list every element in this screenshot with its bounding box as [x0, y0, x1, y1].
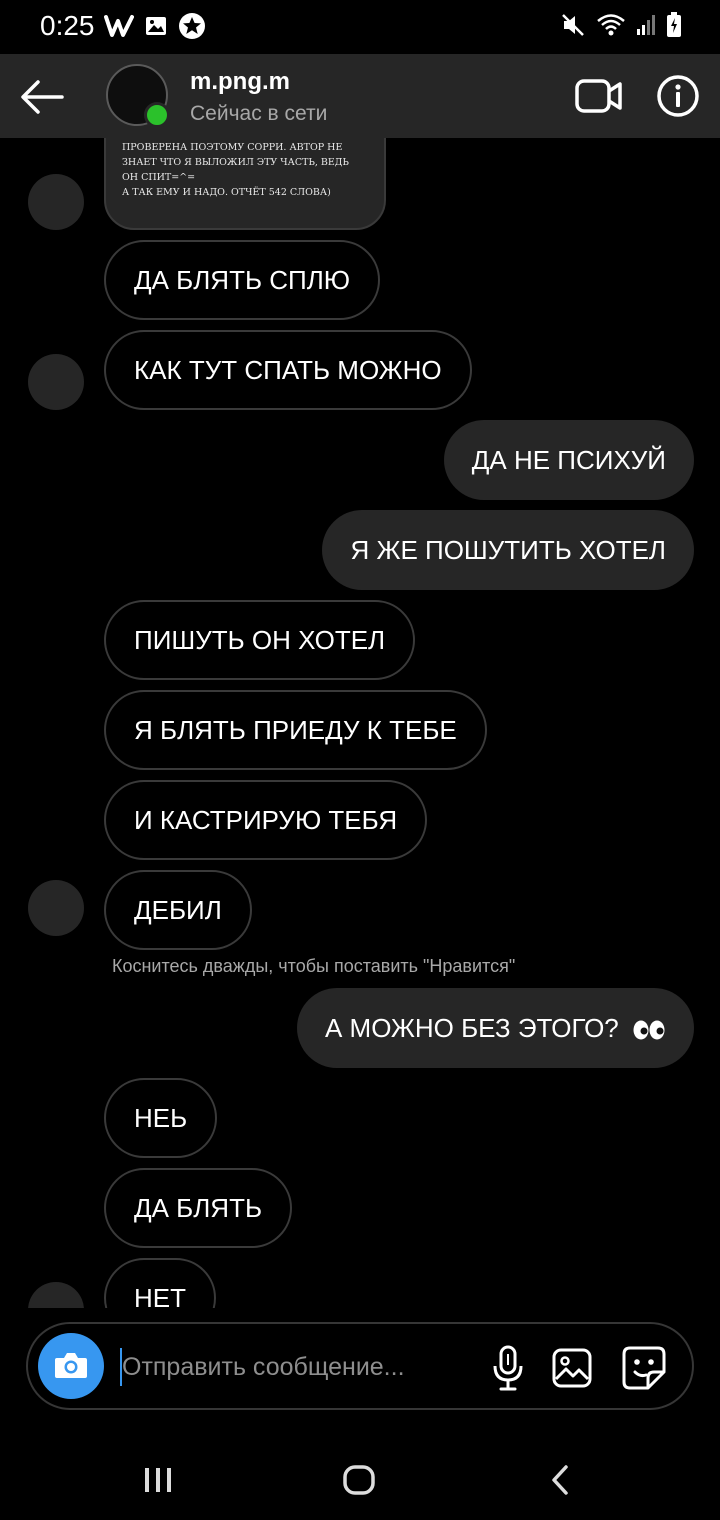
gallery-button[interactable] — [550, 1346, 594, 1390]
sender-avatar[interactable] — [28, 880, 84, 936]
sticker-icon — [622, 1346, 666, 1390]
message-bubble-incoming[interactable]: КАК ТУТ СПАТЬ МОЖНО — [104, 330, 472, 410]
eyes-emoji-icon — [633, 1020, 665, 1040]
wifi-icon — [597, 14, 625, 36]
home-icon[interactable] — [342, 1464, 376, 1496]
camera-button[interactable] — [38, 1333, 104, 1399]
back-button[interactable] — [18, 72, 68, 122]
mute-icon — [562, 14, 584, 36]
gallery-icon — [552, 1348, 592, 1388]
status-time: 0:25 — [40, 10, 95, 41]
message-bubble-incoming[interactable]: И КАСТРИРУЮ ТЕБЯ — [104, 780, 428, 860]
recent-apps-icon[interactable] — [142, 1466, 174, 1494]
star-badge-icon — [179, 13, 205, 39]
online-indicator — [144, 102, 170, 128]
status-bar: 0:25 — [0, 0, 720, 54]
camera-icon — [55, 1353, 87, 1378]
double-tap-like-hint: Коснитесь дважды, чтобы поставить "Нрави… — [112, 956, 516, 976]
voice-message-button[interactable] — [486, 1344, 530, 1392]
signal-icon — [637, 15, 655, 35]
message-bubble-incoming[interactable]: ДА БЛЯТЬ СПЛЮ — [104, 240, 381, 320]
partial-line: он спит=^= — [122, 172, 196, 183]
contact-avatar[interactable] — [106, 64, 170, 128]
battery-charging-icon — [667, 12, 681, 37]
status-right-icons — [560, 12, 682, 38]
info-icon — [657, 75, 699, 117]
message-bubble-outgoing[interactable]: А МОЖНО БЕЗ ЭТОГО? — [296, 988, 694, 1068]
sender-avatar[interactable] — [28, 174, 84, 230]
partial-message-text: проверена поэтому сорри. автор не знает … — [122, 140, 372, 200]
video-call-button[interactable] — [574, 76, 624, 116]
image-icon — [146, 17, 166, 35]
partial-line: знает что я выложил эту часть, ведь — [122, 157, 349, 168]
message-bubble-incoming[interactable]: ДА БЛЯТЬ — [104, 1168, 293, 1248]
message-bubble-partial[interactable]: проверена поэтому сорри. автор не знает … — [104, 138, 386, 230]
back-icon[interactable] — [548, 1464, 574, 1496]
message-bubble-outgoing[interactable]: Я ЖЕ ПОШУТИТЬ ХОТЕЛ — [322, 510, 694, 590]
message-bubble-incoming[interactable]: Я БЛЯТЬ ПРИЕДУ К ТЕБЕ — [104, 690, 487, 770]
partial-line: проверена поэтому сорри. автор не — [122, 142, 343, 153]
message-bubble-incoming[interactable]: ДЕБИЛ — [104, 870, 252, 950]
arrow-left-icon — [21, 80, 64, 114]
info-button[interactable] — [656, 74, 700, 118]
sticker-button[interactable] — [620, 1344, 668, 1392]
video-camera-icon — [575, 79, 622, 113]
message-bubble-outgoing[interactable]: ДА НЕ ПСИХУЙ — [443, 420, 694, 500]
message-text: А МОЖНО БЕЗ ЭТОГО? — [324, 1013, 619, 1043]
sender-avatar[interactable] — [28, 354, 84, 410]
message-bubble-incoming[interactable]: ПИШУТЬ ОН ХОТЕЛ — [104, 600, 416, 680]
message-input[interactable] — [122, 1344, 452, 1390]
message-bubble-incoming[interactable]: НЕЬ — [104, 1078, 218, 1158]
contact-name[interactable]: m.png.m — [190, 68, 290, 96]
status-left-icons — [104, 12, 206, 40]
system-nav-bar — [0, 1430, 720, 1520]
sender-avatar[interactable] — [28, 1282, 84, 1308]
partial-line: а так ему и надо. отчёт 542 слова) — [122, 187, 331, 198]
message-bubble-incoming[interactable]: НЕТ — [104, 1258, 216, 1308]
microphone-icon — [493, 1345, 523, 1391]
message-composer — [26, 1322, 694, 1410]
contact-status: Сейчас в сети — [190, 102, 328, 125]
message-thread[interactable]: проверена поэтому сорри. автор не знает … — [0, 138, 720, 1308]
wattpad-icon — [104, 15, 134, 37]
chat-header: m.png.m Сейчас в сети — [0, 54, 720, 138]
